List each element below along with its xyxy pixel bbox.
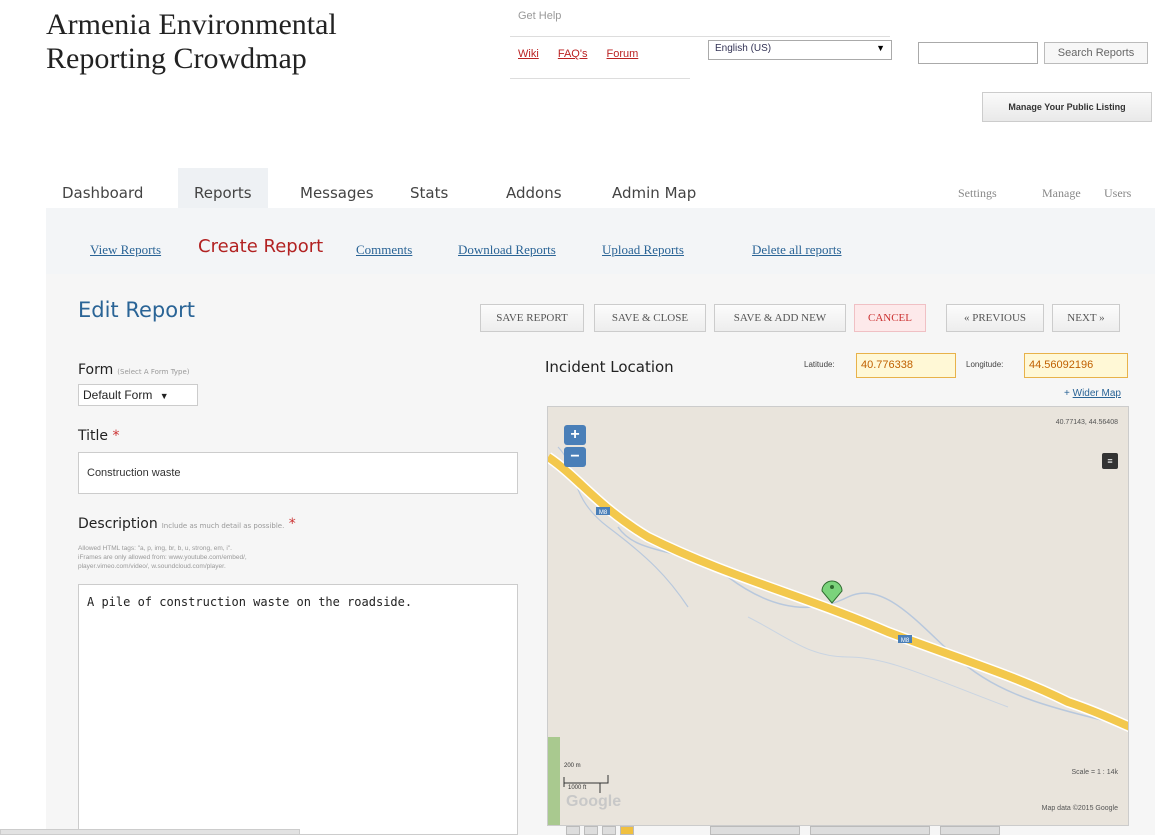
comments-link[interactable]: Comments [356, 242, 412, 258]
latitude-input[interactable]: 40.776338 [856, 353, 956, 378]
chevron-down-icon: ▼ [159, 391, 169, 401]
search-reports-button[interactable]: Search Reports [1044, 42, 1148, 64]
description-textarea[interactable]: A pile of construction waste on the road… [78, 584, 518, 835]
reports-subnav: View Reports Create Report Comments Down… [46, 208, 1155, 274]
incident-map[interactable]: M8 M8 + − 40.77143, 44.56408 ≡ 200 m 100… [547, 406, 1129, 826]
title-input[interactable]: Construction waste [78, 452, 518, 494]
map-toolbar [560, 826, 1120, 835]
description-label-text: Description [78, 516, 158, 532]
wider-map-label: Wider Map [1072, 388, 1121, 399]
tab-admin-map[interactable]: Admin Map [612, 168, 696, 208]
map-tool-button[interactable] [940, 826, 1000, 835]
longitude-label: Longitude: [966, 360, 1004, 369]
layers-icon[interactable]: ≡ [1102, 453, 1118, 469]
form-label-text: Form [78, 362, 114, 378]
main-tabs: Dashboard Reports Messages Stats Addons … [46, 168, 1155, 209]
tab-addons[interactable]: Addons [506, 168, 562, 208]
tab-dashboard[interactable]: Dashboard [62, 168, 143, 208]
description-label: Description Include as much detail as pos… [78, 516, 296, 532]
map-tool-button[interactable] [566, 826, 580, 835]
download-reports-link[interactable]: Download Reports [458, 242, 556, 258]
faqs-link[interactable]: FAQ's [558, 48, 588, 60]
map-data-attribution: Map data ©2015 Google [1041, 805, 1118, 812]
form-type-label: Form (Select A Form Type) [78, 362, 190, 378]
site-title-line2: Reporting Crowdmap [46, 42, 307, 75]
view-reports-link[interactable]: View Reports [90, 242, 161, 258]
location-marker-icon[interactable] [821, 580, 843, 604]
latitude-label: Latitude: [804, 360, 835, 369]
plus-icon: + [1064, 388, 1070, 399]
status-bar [0, 829, 300, 835]
wider-map-link[interactable]: + Wider Map [1064, 388, 1121, 399]
site-title: Armenia Environmental Reporting Crowdmap [46, 8, 337, 76]
scale-imperial: 1000 ft [568, 785, 587, 791]
map-tool-button[interactable] [810, 826, 930, 835]
manage-public-listing-button[interactable]: Manage Your Public Listing [982, 92, 1152, 122]
save-add-new-button[interactable]: SAVE & ADD NEW [714, 304, 846, 332]
previous-button[interactable]: « PREVIOUS [946, 304, 1044, 332]
form-hint: (Select A Form Type) [117, 368, 190, 376]
upload-reports-link[interactable]: Upload Reports [602, 242, 684, 258]
longitude-input[interactable]: 44.56092196 [1024, 353, 1128, 378]
tab-messages[interactable]: Messages [300, 168, 374, 208]
map-tool-button[interactable] [620, 826, 634, 835]
next-button[interactable]: NEXT » [1052, 304, 1120, 332]
page-title: Edit Report [78, 298, 195, 322]
get-help-label: Get Help [518, 10, 562, 22]
language-select[interactable]: English (US) ▼ [708, 40, 892, 60]
note-line: iFrames are only allowed from: www.youtu… [78, 554, 247, 561]
allowed-html-note: Allowed HTML tags: "a, p, img, br, b, u,… [78, 544, 408, 571]
zoom-in-button[interactable]: + [564, 425, 586, 445]
tab-stats[interactable]: Stats [410, 168, 448, 208]
required-mark: * [288, 516, 296, 532]
road-shield-label: M8 [599, 510, 608, 516]
note-line: Allowed HTML tags: "a, p, img, br, b, u,… [78, 545, 232, 552]
divider [510, 78, 690, 79]
description-hint: Include as much detail as possible. [161, 522, 285, 530]
park-area [548, 737, 560, 825]
title-label-text: Title [78, 428, 109, 444]
required-mark: * [112, 428, 120, 444]
search-input[interactable] [918, 42, 1038, 64]
form-type-value: Default Form [83, 388, 153, 402]
wiki-link[interactable]: Wiki [518, 48, 539, 60]
note-line: player.vimeo.com/video/, w.soundcloud.co… [78, 563, 226, 570]
divider [510, 36, 890, 37]
cancel-button[interactable]: CANCEL [854, 304, 926, 332]
language-value: English (US) [715, 43, 772, 54]
save-close-button[interactable]: SAVE & CLOSE [594, 304, 706, 332]
site-title-line1: Armenia Environmental [46, 8, 337, 41]
tab-reports[interactable]: Reports [178, 168, 268, 208]
scale-metric: 200 m [564, 763, 581, 769]
help-panel: Get Help Wiki FAQ's Forum English (US) ▼… [510, 8, 1150, 80]
map-tool-button[interactable] [602, 826, 616, 835]
map-scale-text: Scale = 1 : 14k [1071, 769, 1118, 776]
map-tool-button[interactable] [584, 826, 598, 835]
form-type-select[interactable]: Default Form ▼ [78, 384, 198, 406]
chevron-down-icon: ▼ [876, 43, 885, 53]
title-label: Title * [78, 428, 119, 444]
save-report-button[interactable]: SAVE REPORT [480, 304, 584, 332]
help-links: Wiki FAQ's Forum [518, 48, 654, 60]
map-canvas: M8 M8 [548, 446, 1128, 825]
zoom-out-button[interactable]: − [564, 447, 586, 467]
forum-link[interactable]: Forum [607, 48, 639, 60]
map-tool-button[interactable] [710, 826, 800, 835]
google-logo: Google [566, 793, 622, 810]
map-coordinates: 40.77143, 44.56408 [1055, 419, 1118, 426]
incident-location-label: Incident Location [545, 358, 674, 376]
road-shield-label: M8 [901, 638, 910, 644]
delete-all-reports-link[interactable]: Delete all reports [752, 242, 842, 258]
create-report-link[interactable]: Create Report [198, 236, 323, 257]
